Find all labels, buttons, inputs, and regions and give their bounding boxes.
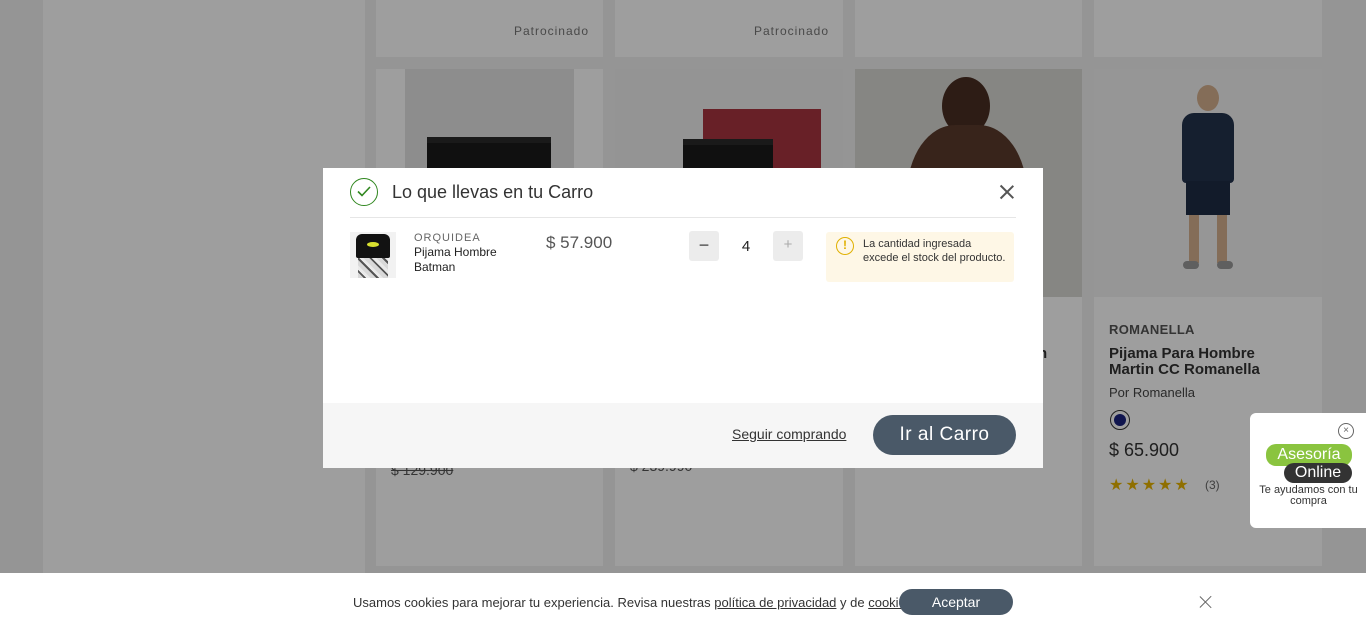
chat-tagline: Te ayudamos con tu compra — [1259, 484, 1358, 507]
chat-close-icon[interactable]: × — [1338, 423, 1354, 439]
item-thumbnail — [350, 232, 396, 278]
batman-logo-icon — [367, 242, 379, 247]
check-circle-icon — [350, 178, 378, 206]
cart-modal: Lo que llevas en tu Carro ORQUIDEA Pijam… — [323, 168, 1043, 468]
keep-shopping-link[interactable]: Seguir comprando — [732, 426, 846, 442]
item-price: $ 57.900 — [546, 233, 613, 252]
cookie-text-middle: y de — [836, 595, 869, 610]
cookie-text: Usamos cookies para mejorar tu experienc… — [353, 595, 916, 610]
modal-footer: Seguir comprando Ir al Carro — [323, 403, 1043, 468]
modal-header: Lo que llevas en tu Carro — [350, 178, 1016, 218]
accept-cookies-button[interactable]: Aceptar — [899, 589, 1013, 615]
chat-bubble-subtitle[interactable]: Online — [1284, 463, 1352, 483]
quantity-increase-button[interactable]: + — [773, 231, 803, 261]
item-name: Pijama Hombre Batman — [414, 245, 497, 274]
warning-text: La cantidad ingresada excede el stock de… — [863, 238, 1006, 264]
modal-title: Lo que llevas en tu Carro — [392, 182, 594, 202]
warning-icon: ! — [836, 237, 854, 255]
go-to-cart-button[interactable]: Ir al Carro — [873, 415, 1016, 455]
thumb-pants — [358, 258, 388, 278]
privacy-policy-link[interactable]: política de privacidad — [714, 595, 836, 610]
quantity-input[interactable] — [731, 238, 761, 255]
quantity-decrease-button[interactable]: − — [689, 231, 719, 261]
chat-widget[interactable]: × Asesoría Online Te ayudamos con tu com… — [1250, 413, 1366, 528]
cookie-text-before: Usamos cookies para mejorar tu experienc… — [353, 595, 715, 610]
stock-warning: ! La cantidad ingresada excede el stock … — [826, 232, 1014, 282]
cookie-close-icon[interactable] — [1199, 595, 1213, 609]
close-icon[interactable] — [998, 183, 1016, 201]
cookie-banner: Usamos cookies para mejorar tu experienc… — [0, 573, 1366, 635]
item-brand: ORQUIDEA — [414, 232, 481, 244]
